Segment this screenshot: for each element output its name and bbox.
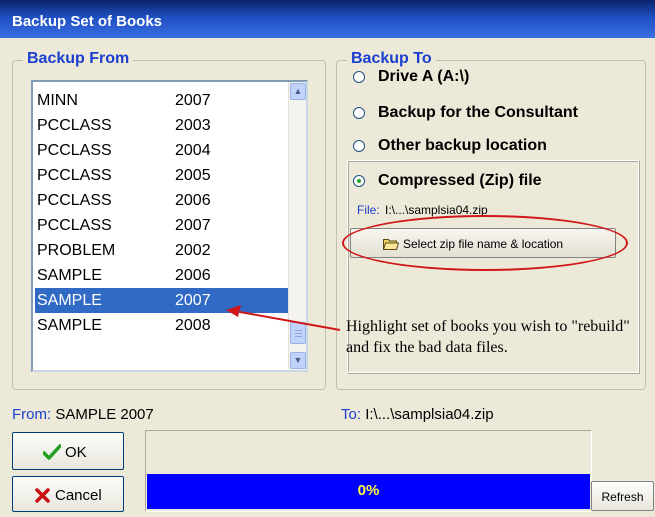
red-x-icon	[35, 488, 50, 503]
cancel-button[interactable]: Cancel	[12, 476, 124, 512]
to-value: I:\...\samplsia04.zip	[365, 406, 494, 423]
progress-bar: 0%	[147, 474, 590, 509]
to-status: To: I:\...\samplsia04.zip	[341, 406, 494, 423]
checkmark-icon	[43, 444, 61, 460]
ok-label: OK	[65, 444, 87, 461]
to-label: To:	[341, 406, 362, 423]
from-label: From:	[12, 406, 52, 423]
annotation-note: Highlight set of books you wish to "rebu…	[346, 318, 630, 356]
from-value: SAMPLE 2007	[55, 406, 154, 423]
refresh-button[interactable]: Refresh	[591, 481, 654, 511]
ok-button[interactable]: OK	[12, 432, 124, 470]
from-status: From: SAMPLE 2007	[12, 406, 154, 423]
cancel-label: Cancel	[55, 487, 102, 504]
